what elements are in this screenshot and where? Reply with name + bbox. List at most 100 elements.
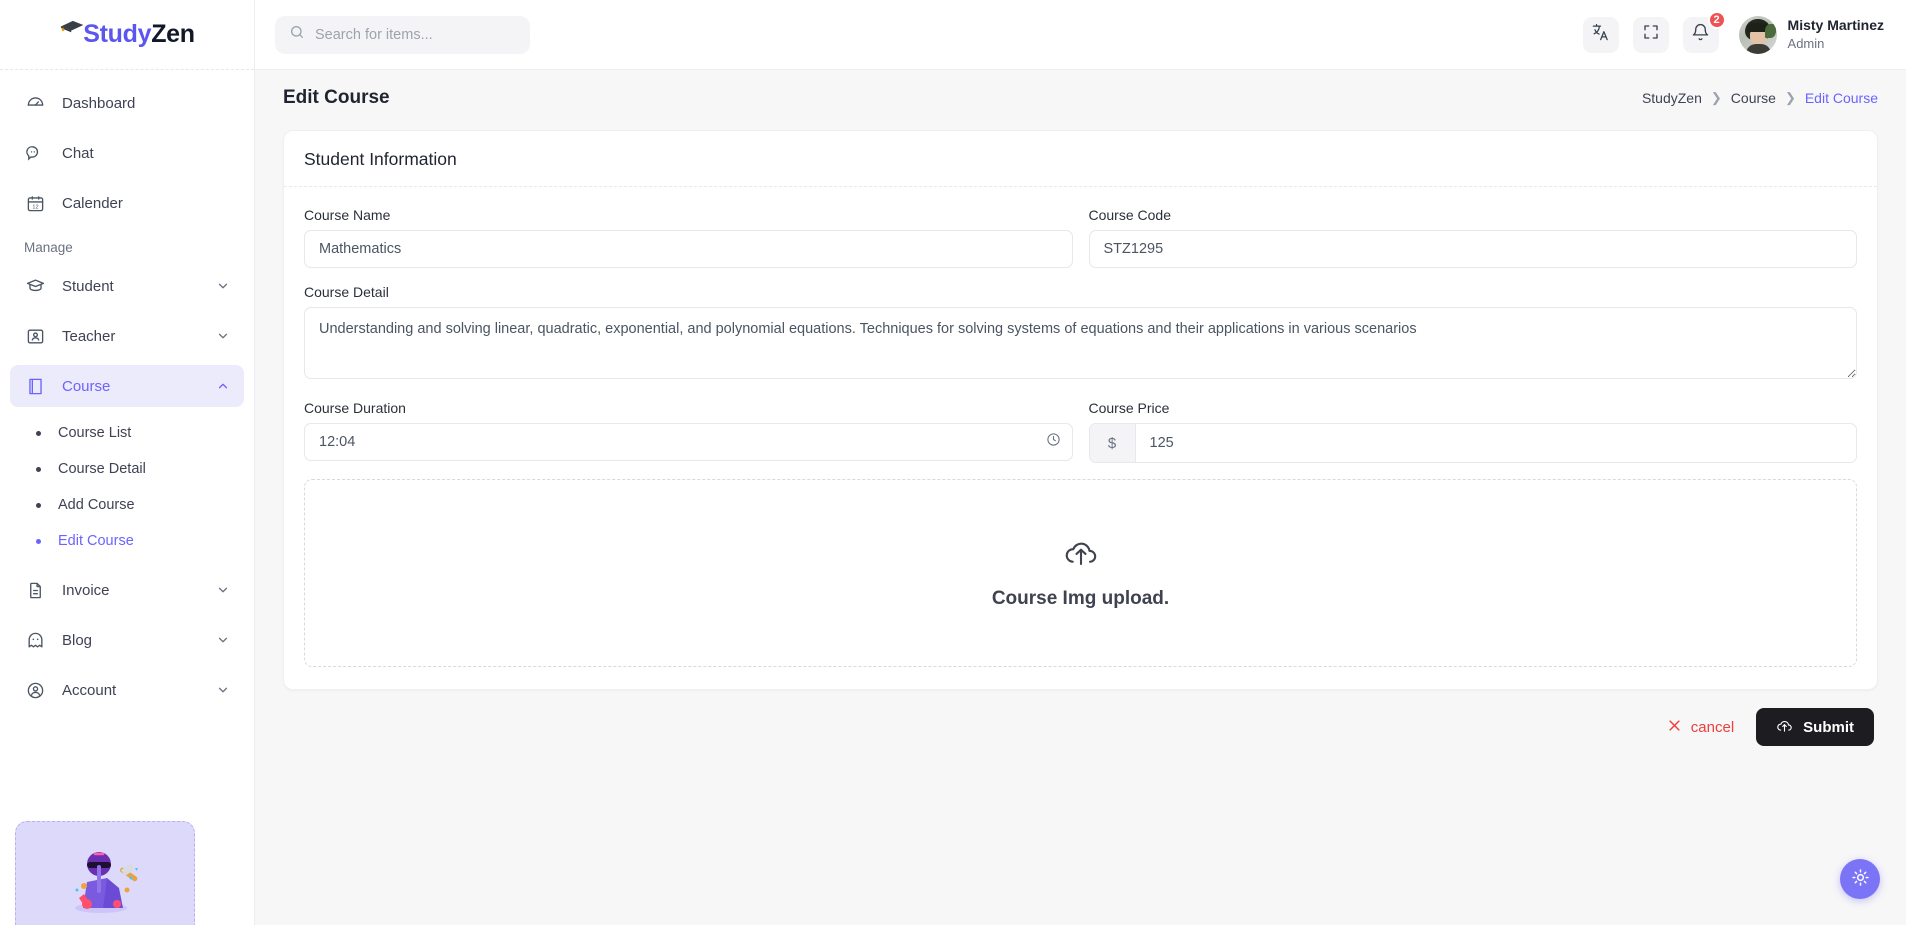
logo-area: StudyZen: [0, 0, 254, 70]
sidebar-subitem-label: Course List: [58, 425, 132, 441]
notification-button[interactable]: 2: [1682, 10, 1726, 53]
sidebar-item-label: Student: [62, 277, 114, 295]
user-menu[interactable]: Misty Martinez Admin: [1738, 15, 1884, 54]
card-header: Student Information: [284, 131, 1877, 187]
svg-text:12: 12: [32, 204, 38, 210]
notification-badge: 2: [1707, 10, 1726, 29]
chevron-down-icon: [216, 633, 230, 647]
course-name-label: Course Name: [304, 207, 391, 223]
chevron-down-icon: [216, 583, 230, 597]
bullet-icon: [36, 538, 41, 544]
student-information-card: Student Information Course Name Course C…: [283, 130, 1878, 690]
sidebar-subitem-add-course[interactable]: Add Course: [10, 487, 244, 523]
sidebar-item-label: Teacher: [62, 327, 116, 345]
chevron-right-icon: ❯: [1710, 90, 1722, 105]
form-actions: cancel Submit: [283, 690, 1878, 746]
calendar-icon: 12: [24, 192, 46, 214]
field-course-name: Course Name: [304, 207, 1073, 268]
cancel-button[interactable]: cancel: [1667, 718, 1734, 737]
breadcrumb: StudyZen ❯ Course ❯ Edit Course: [1642, 90, 1878, 106]
cancel-button-label: cancel: [1690, 718, 1735, 736]
document-icon: [24, 579, 46, 601]
form-row-detail: Course Detail Understanding and solving …: [304, 284, 1857, 384]
sidebar-subitem-label: Add Course: [58, 497, 135, 513]
sidebar-subitem-course-list[interactable]: Course List: [10, 415, 244, 451]
form-row-duration-price: Course Duration Course Price: [304, 400, 1857, 463]
app-root: StudyZen Dashboard Chat 12 Calender Mana…: [0, 0, 1906, 925]
sidebar-subitem-course-detail[interactable]: Course Detail: [10, 451, 244, 487]
dashboard-icon: [24, 92, 46, 114]
brand-logo[interactable]: StudyZen: [59, 20, 195, 49]
course-code-label: Course Code: [1088, 207, 1172, 223]
search-icon: [289, 24, 305, 45]
sidebar-subitem-label: Course Detail: [58, 461, 146, 477]
brand-name-secondary: Zen: [151, 20, 195, 48]
graduation-cap-icon: [24, 275, 46, 297]
form-row-name-code: Course Name Course Code: [304, 207, 1857, 268]
page-header: Edit Course StudyZen ❯ Course ❯ Edit Cou…: [255, 70, 1906, 126]
sidebar-item-label: Blog: [62, 631, 93, 649]
course-code-input[interactable]: [1088, 230, 1857, 268]
course-price-label: Course Price: [1088, 400, 1170, 416]
sidebar-subitem-label: Edit Course: [58, 533, 134, 549]
bullet-icon: [36, 430, 41, 436]
course-duration-input[interactable]: [304, 423, 1073, 461]
card-body: Course Name Course Code Course Detail Un…: [284, 187, 1877, 689]
main-area: 2 Misty Martinez Admin Edit Course Study…: [255, 0, 1906, 925]
sidebar-item-account[interactable]: Account: [10, 669, 244, 711]
dropzone-text: Course Img upload.: [991, 587, 1170, 609]
submit-button[interactable]: Submit: [1756, 708, 1874, 746]
book-icon: [24, 375, 46, 397]
cloud-upload-icon: [1776, 718, 1793, 737]
field-course-code: Course Code: [1088, 207, 1857, 268]
sidebar-item-invoice[interactable]: Invoice: [10, 569, 244, 611]
card-title: Student Information: [304, 149, 457, 169]
search-box[interactable]: [275, 15, 530, 54]
currency-symbol: $: [1089, 424, 1136, 462]
sidebar-item-chat[interactable]: Chat: [10, 132, 244, 174]
course-detail-textarea[interactable]: Understanding and solving linear, quadra…: [304, 307, 1857, 379]
translate-icon: [1591, 23, 1610, 47]
fullscreen-icon: [1642, 23, 1660, 46]
user-role: Admin: [1787, 36, 1825, 52]
course-price-input[interactable]: [1135, 424, 1856, 462]
sidebar-item-dashboard[interactable]: Dashboard: [10, 82, 244, 124]
chat-icon: [24, 142, 46, 164]
theme-toggle-button[interactable]: [1840, 859, 1880, 899]
page-title: Edit Course: [283, 87, 390, 108]
chevron-down-icon: [216, 683, 230, 697]
field-course-detail: Course Detail Understanding and solving …: [304, 284, 1857, 384]
sidebar-item-course[interactable]: Course: [10, 365, 244, 407]
graduation-cap-icon: [60, 20, 84, 32]
sidebar-item-teacher[interactable]: Teacher: [10, 315, 244, 357]
sidebar-item-blog[interactable]: Blog: [10, 619, 244, 661]
search-input[interactable]: [315, 26, 516, 43]
translate-button[interactable]: [1582, 16, 1619, 53]
chevron-up-icon: [216, 379, 230, 393]
course-image-dropzone[interactable]: Course Img upload.: [304, 479, 1857, 667]
fullscreen-button[interactable]: [1632, 16, 1669, 53]
sidebar-item-calender[interactable]: 12 Calender: [10, 182, 244, 224]
course-duration-label: Course Duration: [304, 400, 406, 416]
sidebar-item-label: Calender: [62, 194, 123, 212]
topbar-actions: 2 Misty Martinez Admin: [1582, 10, 1884, 54]
sidebar-item-label: Account: [62, 681, 117, 699]
sidebar-item-label: Invoice: [62, 581, 110, 599]
course-detail-label: Course Detail: [304, 284, 389, 300]
brand-name-primary: Study: [83, 20, 152, 48]
breadcrumb-item-course[interactable]: Course: [1731, 90, 1776, 106]
sidebar-item-student[interactable]: Student: [10, 265, 244, 307]
bullet-icon: [36, 466, 41, 472]
course-name-input[interactable]: [304, 230, 1073, 268]
close-icon: [1667, 718, 1682, 737]
sun-icon: [1851, 868, 1870, 890]
sidebar-item-label: Chat: [62, 144, 94, 162]
chevron-right-icon: ❯: [1784, 90, 1796, 105]
sidebar-item-label: Course: [62, 377, 111, 395]
breadcrumb-item-studyzen[interactable]: StudyZen: [1642, 90, 1702, 106]
avatar: [1738, 15, 1777, 54]
breadcrumb-item-edit-course[interactable]: Edit Course: [1805, 90, 1878, 106]
sidebar-subitem-edit-course[interactable]: Edit Course: [10, 523, 244, 559]
user-name: Misty Martinez: [1787, 17, 1884, 34]
bullet-icon: [36, 502, 41, 508]
